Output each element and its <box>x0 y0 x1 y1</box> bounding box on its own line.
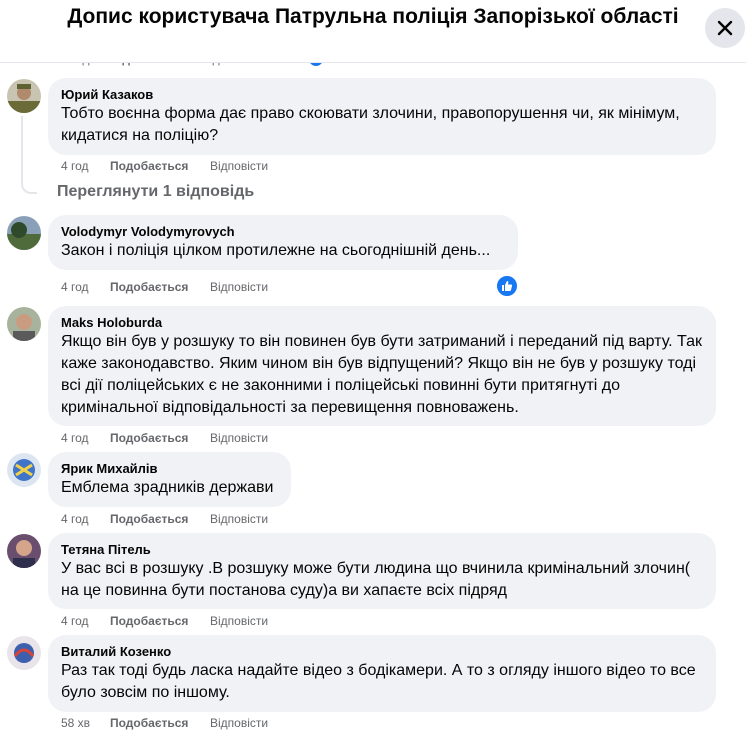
thread-connector <box>21 116 37 194</box>
avatar[interactable] <box>7 636 41 670</box>
close-button[interactable] <box>705 8 745 48</box>
dialog-title: Допис користувача Патрульна поліція Запо… <box>67 5 679 28</box>
comment-text: Тобто воєнна форма дає право скоювати зл… <box>61 105 680 144</box>
comment-author[interactable]: Maks Holoburda <box>61 314 704 331</box>
like-button[interactable]: Подобається <box>110 511 210 527</box>
reply-button[interactable]: Відповісти <box>210 430 268 446</box>
dialog-header: Допис користувача Патрульна поліція Запо… <box>0 0 746 63</box>
like-button[interactable]: Подобається <box>110 158 210 174</box>
like-button[interactable]: Подобається <box>110 430 210 446</box>
comment-time: 58 хв <box>61 716 91 730</box>
comment-text: Раз так тоді будь ласка надайте відео з … <box>61 662 696 701</box>
like-button[interactable]: Подобається <box>110 715 210 731</box>
avatar[interactable] <box>7 307 41 341</box>
avatar[interactable] <box>7 79 41 113</box>
comment-author[interactable]: Юрий Казаков <box>61 86 704 103</box>
comment-actions: 4 год Подобається Відповісти <box>61 613 268 629</box>
like-button[interactable]: Подобається <box>110 279 210 295</box>
like-reaction-icon[interactable] <box>495 274 519 298</box>
comment-time: 4 год <box>61 159 89 173</box>
comment-actions: 4 год Подобається Відповісти <box>61 430 268 446</box>
close-icon <box>717 20 733 36</box>
comment-text: У вас всі в розшуку .В розшуку може бути… <box>61 560 691 599</box>
comment-bubble: Юрий Казаков Тобто воєнна форма дає прав… <box>48 78 716 155</box>
avatar[interactable] <box>7 216 41 250</box>
reply-button[interactable]: Відповісти <box>210 511 268 527</box>
reply-button[interactable]: Відповісти <box>210 158 268 174</box>
like-button[interactable]: Подобається <box>110 613 210 629</box>
reply-button[interactable]: Відповісти <box>210 279 268 295</box>
comment-author[interactable]: Ярик Михайлів <box>61 460 279 477</box>
comment-author[interactable]: Volodymyr Volodymyrovych <box>61 223 506 240</box>
comment-bubble: Тетяна Пітель У вас всі в розшуку .В роз… <box>48 533 716 609</box>
comment-time: 4 год <box>61 280 89 294</box>
comment-time: 4 год <box>61 512 89 526</box>
comment-actions: 4 год Подобається Відповісти <box>61 511 268 527</box>
comment-actions: 58 хв Подобається Відповісти <box>61 715 268 731</box>
comment-actions: 4 год Подобається Відповісти <box>61 279 268 295</box>
avatar[interactable] <box>7 453 41 487</box>
reply-button[interactable]: Відповісти <box>210 613 268 629</box>
comment-time: 4 год <box>61 614 89 628</box>
avatar[interactable] <box>7 534 41 568</box>
comment-author[interactable]: Виталий Козенко <box>61 643 704 660</box>
comment-bubble: Maks Holoburda Якщо він був у розшуку то… <box>48 306 716 426</box>
comment-actions: 4 год Подобається Відповісти <box>61 158 268 174</box>
comment-bubble: Виталий Козенко Раз так тоді будь ласка … <box>48 635 716 712</box>
comment-text: Якщо він був у розшуку то він повинен бу… <box>61 333 702 416</box>
comment-text: Закон і поліція цілком протилежне на сьо… <box>61 242 491 259</box>
comment-text: Емблема зрадників держави <box>61 479 274 496</box>
comment-bubble: Volodymyr Volodymyrovych Закон і поліція… <box>48 215 518 270</box>
reply-button[interactable]: Відповісти <box>210 715 268 731</box>
comment-time: 4 год <box>61 431 89 445</box>
view-replies-link[interactable]: Переглянути 1 відповідь <box>57 183 254 201</box>
comment-author[interactable]: Тетяна Пітель <box>61 541 704 558</box>
comment-bubble: Ярик Михайлів Емблема зрадників держави <box>48 452 291 507</box>
